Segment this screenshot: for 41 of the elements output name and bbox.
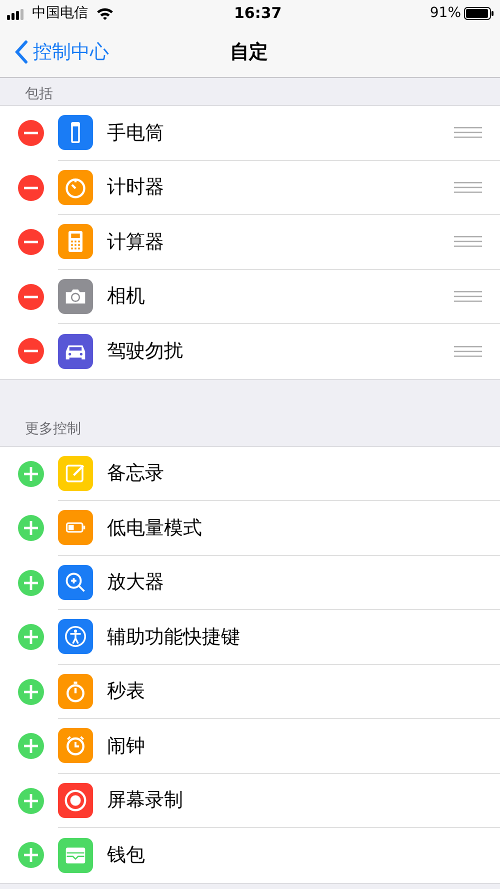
control-label: 相机 [107,284,145,309]
add-icon[interactable] [17,623,45,652]
reorder-handle-icon[interactable] [454,236,482,248]
reorder-handle-icon[interactable] [454,127,482,138]
control-label: 辅助功能快捷键 [107,624,240,650]
reorder-handle-icon[interactable] [454,346,482,357]
add-icon[interactable] [17,460,45,488]
add-icon[interactable] [17,841,45,870]
control-label: 计算器 [107,230,164,254]
control-label: 低电量模式 [107,516,202,540]
battery-percent: 91% [430,4,461,23]
add-icon[interactable] [17,514,45,542]
control-label: 闹钟 [107,734,145,758]
control-label: 放大器 [107,570,164,595]
add-icon[interactable] [17,786,45,815]
control-label: 屏幕录制 [107,788,183,813]
remove-icon[interactable] [17,337,45,366]
clock: 16:37 [234,3,282,24]
remove-icon[interactable] [17,282,45,311]
wifi-icon [96,7,114,20]
remove-icon[interactable] [17,228,45,256]
section-header: 更多控制 [25,420,81,438]
control-label: 驾驶勿扰 [107,339,183,364]
add-icon[interactable] [17,732,45,760]
control-label: 手电筒 [107,120,164,146]
control-label: 秒表 [107,679,145,704]
add-icon[interactable] [17,678,45,706]
back-button[interactable]: 控制中心 [14,38,109,66]
page-title: 自定 [230,40,268,65]
remove-icon[interactable] [17,119,45,148]
add-icon[interactable] [17,568,45,597]
remove-icon[interactable] [17,174,45,202]
reorder-handle-icon[interactable] [454,182,482,193]
control-label: 计时器 [107,175,164,200]
control-label: 钱包 [107,843,145,868]
reorder-handle-icon[interactable] [454,290,482,302]
carrier-name: 中国电信 [32,4,88,23]
section-header: 包括 [25,85,53,104]
chevron-left-icon [14,40,28,64]
battery-icon [464,7,494,20]
control-label: 备忘录 [107,461,164,486]
